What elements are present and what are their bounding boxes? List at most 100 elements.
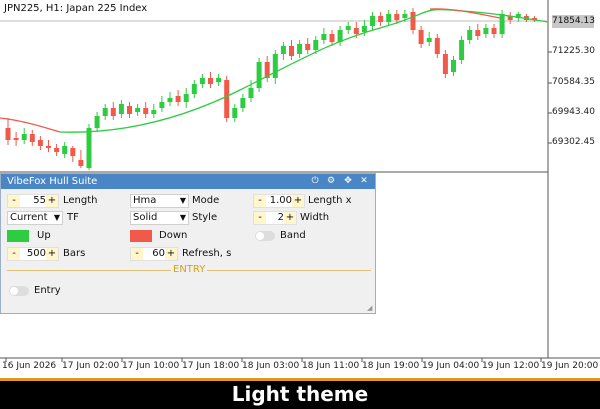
mode-value: Hma: [133, 195, 157, 206]
candle-body: [191, 84, 197, 94]
length-x-label: Length x: [308, 195, 352, 206]
width-plus-button[interactable]: +: [284, 212, 296, 224]
bars-minus-button[interactable]: -: [8, 248, 20, 260]
candle-body: [313, 40, 319, 50]
dropdown-arrow-icon: ▼: [53, 213, 60, 222]
y-axis-label: 69943.40: [552, 107, 595, 117]
width-value[interactable]: 2: [268, 212, 284, 224]
length-stepper[interactable]: - 55 +: [7, 194, 59, 208]
style-select[interactable]: Solid ▼: [130, 211, 189, 225]
x-axis-label: 19 Jun 20:00: [541, 361, 599, 371]
down-label: Down: [159, 230, 188, 241]
candle-body: [321, 34, 327, 40]
candle-body: [353, 28, 359, 34]
tf-select[interactable]: Current ▼: [7, 211, 63, 225]
power-icon[interactable]: ⏻: [307, 174, 323, 189]
candle-body: [216, 78, 222, 82]
candle-body: [297, 44, 303, 54]
candle-body: [280, 46, 286, 54]
candle-body: [451, 60, 456, 72]
length-x-stepper[interactable]: - 1.00 +: [253, 194, 305, 208]
panel-titlebar[interactable]: VibeFox Hull Suite ⏻ ⚙ ✥ ✕: [1, 174, 375, 189]
entry-label: Entry: [34, 285, 61, 296]
hull-line-up: [59, 8, 549, 133]
candle-body: [159, 102, 165, 108]
band-toggle[interactable]: [255, 231, 275, 241]
candle-body: [442, 54, 448, 74]
up-color-swatch[interactable]: [7, 230, 29, 242]
length-x-minus-button[interactable]: -: [254, 195, 266, 207]
style-label: Style: [192, 212, 218, 223]
candle-body: [305, 44, 311, 50]
candle-body: [208, 78, 213, 84]
move-icon[interactable]: ✥: [340, 174, 356, 189]
length-x-plus-button[interactable]: +: [292, 195, 304, 207]
length-minus-button[interactable]: -: [8, 195, 20, 207]
candle-body: [175, 96, 181, 102]
x-axis-label: 17 Jun 18:00: [182, 361, 240, 371]
candle-body: [118, 104, 124, 114]
candle-body: [110, 108, 116, 116]
gear-icon[interactable]: ⚙: [323, 174, 339, 189]
bars-stepper[interactable]: - 500 +: [7, 247, 59, 261]
refresh-label: Refresh, s: [182, 248, 232, 259]
down-color-swatch[interactable]: [130, 230, 152, 242]
bars-label: Bars: [63, 248, 86, 259]
bars-value[interactable]: 500: [22, 248, 46, 260]
x-axis-label: 16 Jun 2026: [2, 361, 57, 371]
toggle-knob: [10, 287, 18, 295]
y-axis-label: 70584.35: [552, 77, 595, 87]
x-axis-label: 19 Jun 12:00: [482, 361, 540, 371]
theme-banner: Light theme: [0, 378, 600, 409]
candle-body: [151, 110, 157, 114]
candle-body: [224, 80, 230, 118]
length-label: Length: [63, 195, 98, 206]
candle-body: [70, 148, 76, 156]
candle-body: [418, 30, 424, 44]
close-icon[interactable]: ✕: [356, 174, 372, 189]
current-price-tag: 71854.13: [552, 15, 595, 28]
candle-body: [46, 146, 51, 148]
width-label: Width: [300, 212, 330, 223]
candle-body: [127, 106, 132, 114]
toggle-knob: [256, 232, 264, 240]
candle-body: [62, 146, 68, 154]
candle-body: [386, 14, 392, 22]
candle-body: [483, 28, 489, 34]
candle-body: [256, 62, 262, 88]
candle-body: [475, 30, 481, 36]
refresh-plus-button[interactable]: +: [165, 248, 177, 260]
candle-body: [78, 160, 84, 166]
up-label: Up: [37, 230, 51, 241]
refresh-value[interactable]: 60: [145, 248, 165, 260]
symbol-label: JPN225, H1: Japan 225 Index: [4, 3, 148, 14]
style-value: Solid: [133, 212, 158, 223]
tf-value: Current: [10, 212, 48, 223]
candle-body: [459, 40, 465, 60]
length-value[interactable]: 55: [22, 195, 46, 207]
y-axis-label: 69302.45: [552, 137, 595, 147]
width-minus-button[interactable]: -: [254, 212, 266, 224]
candle-body: [94, 116, 100, 128]
candle-body: [143, 108, 149, 114]
mode-select[interactable]: Hma ▼: [130, 194, 189, 208]
entry-divider-right: [207, 270, 371, 271]
candle-body: [29, 134, 35, 142]
resize-grip-icon[interactable]: ◢: [367, 304, 372, 312]
candle-body: [199, 78, 205, 84]
refresh-stepper[interactable]: - 60 +: [130, 247, 178, 261]
candle-body: [183, 94, 189, 102]
candle-body: [426, 38, 432, 42]
width-stepper[interactable]: - 2 +: [253, 211, 297, 225]
y-axis-label: 71225.30: [552, 46, 595, 56]
panel-title: VibeFox Hull Suite: [7, 176, 98, 187]
candle-body: [394, 14, 400, 20]
candle-body: [491, 28, 497, 34]
bars-plus-button[interactable]: +: [46, 248, 58, 260]
length-plus-button[interactable]: +: [46, 195, 58, 207]
candle-body: [345, 26, 351, 30]
refresh-minus-button[interactable]: -: [131, 248, 143, 260]
entry-toggle[interactable]: [9, 286, 29, 296]
candle-body: [232, 108, 238, 118]
length-x-value[interactable]: 1.00: [268, 195, 292, 207]
